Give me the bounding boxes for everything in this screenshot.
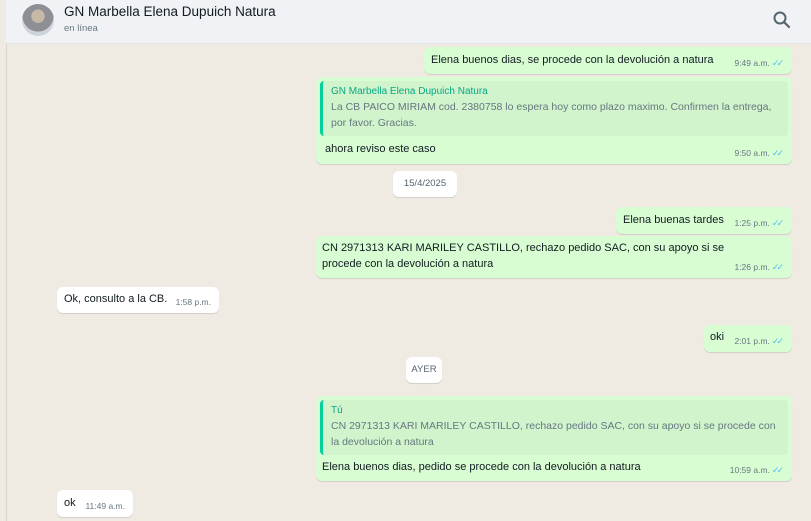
message-meta: 1:25 p.m. ✓✓ bbox=[734, 215, 784, 231]
avatar[interactable] bbox=[22, 4, 54, 36]
message-time: 11:49 a.m. bbox=[85, 501, 125, 511]
message-meta: 11:49 a.m. bbox=[85, 498, 125, 514]
message-meta: 1:58 p.m. bbox=[176, 294, 211, 310]
message-text: ok bbox=[64, 497, 76, 509]
message-text: CN 2971313 KARI MARILEY CASTILLO, rechaz… bbox=[322, 242, 725, 270]
search-button[interactable] bbox=[772, 10, 792, 30]
search-icon bbox=[773, 11, 791, 29]
message-incoming[interactable]: Ok, consulto a la CB. 1:58 p.m. bbox=[57, 287, 219, 313]
quote-author: GN Marbella Elena Dupuich Natura bbox=[331, 86, 488, 97]
message-time: 2:01 p.m. bbox=[734, 336, 770, 346]
message-meta: 2:01 p.m. ✓✓ bbox=[734, 333, 784, 349]
message-text: ahora reviso este caso bbox=[325, 143, 436, 155]
read-ticks-icon: ✓✓ bbox=[771, 465, 784, 475]
contact-status: en línea bbox=[64, 23, 98, 34]
contact-name[interactable]: GN Marbella Elena Dupuich Natura bbox=[64, 4, 276, 19]
quoted-message[interactable]: GN Marbella Elena Dupuich Natura La CB P… bbox=[320, 81, 788, 136]
message-time: 1:25 p.m. bbox=[734, 218, 770, 228]
message-meta: 10:59 a.m. ✓✓ bbox=[730, 462, 784, 478]
message-time: 9:49 a.m. bbox=[734, 58, 770, 68]
read-ticks-icon: ✓✓ bbox=[771, 218, 784, 228]
message-time: 1:58 p.m. bbox=[175, 297, 211, 307]
message-text: Elena buenos dias, pedido se procede con… bbox=[322, 461, 641, 473]
read-ticks-icon: ✓✓ bbox=[771, 262, 784, 272]
message-outgoing[interactable]: oki 2:01 p.m. ✓✓ bbox=[704, 325, 792, 352]
message-outgoing[interactable]: Elena buenos dias, se procede con la dev… bbox=[424, 47, 792, 74]
message-text: Elena buenos dias, se procede con la dev… bbox=[431, 54, 714, 66]
message-outgoing[interactable]: Tú CN 2971313 KARI MARILEY CASTILLO, rec… bbox=[316, 396, 792, 481]
read-ticks-icon: ✓✓ bbox=[771, 58, 784, 68]
message-text: oki bbox=[710, 331, 725, 343]
message-list[interactable]: Elena buenos dias, se procede con la dev… bbox=[6, 44, 811, 521]
quote-text: La CB PAICO MIRIAM cod. 2380758 lo esper… bbox=[331, 101, 772, 129]
quote-text: CN 2971313 KARI MARILEY CASTILLO, rechaz… bbox=[331, 420, 776, 448]
message-meta: 1:26 p.m. ✓✓ bbox=[734, 259, 784, 275]
quoted-message[interactable]: Tú CN 2971313 KARI MARILEY CASTILLO, rec… bbox=[320, 400, 788, 455]
message-time: 9:50 a.m. bbox=[734, 148, 770, 158]
date-divider: 15/4/2025 bbox=[393, 171, 457, 197]
read-ticks-icon: ✓✓ bbox=[771, 336, 784, 346]
read-ticks-icon: ✓✓ bbox=[771, 148, 784, 158]
message-outgoing[interactable]: Elena buenas tardes 1:25 p.m. ✓✓ bbox=[616, 207, 792, 234]
message-outgoing[interactable]: CN 2971313 KARI MARILEY CASTILLO, rechaz… bbox=[316, 236, 792, 278]
message-time: 10:59 a.m. bbox=[729, 465, 770, 475]
message-text: Elena buenas tardes bbox=[623, 214, 724, 226]
quote-author: Tú bbox=[331, 405, 343, 416]
message-outgoing[interactable]: GN Marbella Elena Dupuich Natura La CB P… bbox=[316, 77, 792, 164]
message-text: Ok, consulto a la CB. bbox=[64, 293, 168, 305]
message-incoming[interactable]: ok 11:49 a.m. bbox=[57, 490, 133, 517]
chat-header: GN Marbella Elena Dupuich Natura en líne… bbox=[6, 0, 811, 44]
message-meta: 9:49 a.m. ✓✓ bbox=[734, 55, 784, 71]
date-divider: AYER bbox=[406, 357, 442, 383]
message-meta: 9:50 a.m. ✓✓ bbox=[734, 145, 784, 161]
message-time: 1:26 p.m. bbox=[734, 262, 770, 272]
